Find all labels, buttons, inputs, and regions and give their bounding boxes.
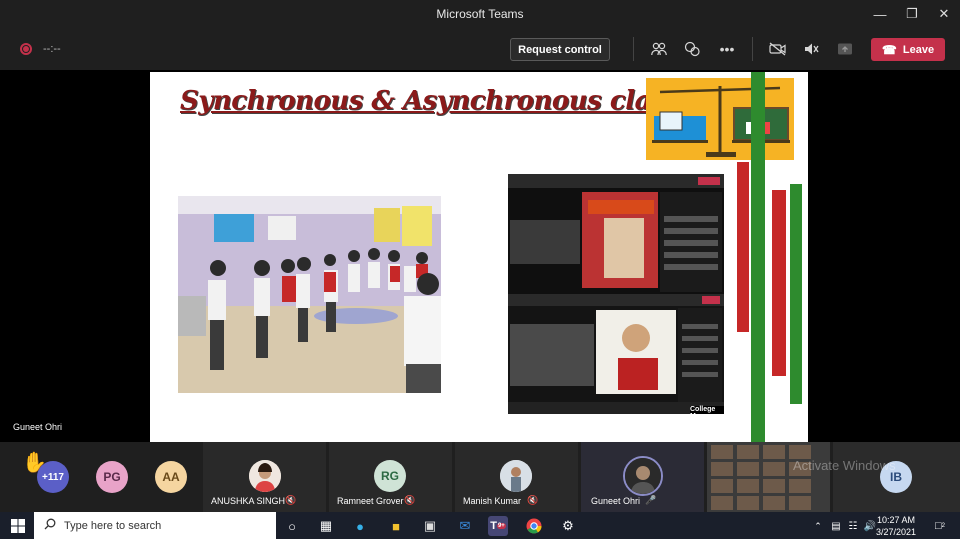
minimize-icon[interactable]: — [864,0,896,28]
chrome-icon[interactable] [524,516,544,536]
participant-overflow-group: ✋ +117 PG AA [0,442,200,512]
meeting-toolbar: --:-- Request control ••• ☎ Leave [0,28,960,70]
mic-muted-icon[interactable] [801,39,821,59]
participant-tile[interactable]: Manish Kumar 🔇 [455,442,578,512]
teams-class-screenshots: College Ma [508,174,724,414]
participant-tile[interactable]: IB Activate Windows [793,442,960,512]
screenshot-caption: College Ma [690,406,724,414]
teams-taskbar-icon[interactable]: T 9+ [488,516,508,536]
system-clock[interactable]: 10:27 AM 3/27/2021 [876,514,916,538]
slide-title: Synchronous & Asynchronous classes [180,86,710,116]
task-view-icon[interactable]: ▦ [316,516,336,536]
participant-tile[interactable]: RG Ramneet Grover 🔇 [329,442,452,512]
participant-name: Ramneet Grover [337,496,404,506]
mic-on-icon: 🎤 [645,495,657,505]
request-control-button[interactable]: Request control [510,38,610,61]
overflow-participants-count[interactable]: +117 [37,461,69,493]
shared-slide: Synchronous & Asynchronous classes Colle… [150,72,808,442]
avatar: RG [374,460,406,492]
more-icon[interactable]: ••• [717,39,737,59]
leave-button[interactable]: ☎ Leave [871,38,945,61]
store-icon[interactable]: ▣ [420,516,440,536]
chat-icon[interactable] [682,39,702,59]
maximize-icon[interactable]: ❐ [896,0,928,28]
settings-gear-icon[interactable]: ⚙ [558,516,578,536]
search-icon [44,518,56,533]
decorative-bars [734,72,808,442]
clock-time: 10:27 AM [877,515,916,525]
activate-windows-watermark: Activate Windows [793,458,896,473]
mic-off-icon: 🔇 [285,495,297,505]
share-icon[interactable] [835,39,855,59]
gallery-thumbnail[interactable] [707,442,830,512]
avatar-aa[interactable]: AA [155,461,187,493]
classroom-photo [178,196,441,393]
recording-icon [20,43,32,55]
clock-date: 3/27/2021 [876,527,917,537]
teams-badge: 9+ [496,523,506,529]
participants-strip: ✋ +117 PG AA ANUSHKA SINGH 🔇 RG Ramneet … [0,442,960,512]
participant-tile-active[interactable]: Guneet Ohri 🎤 [581,442,704,512]
avatar [249,460,281,492]
file-explorer-icon[interactable]: ■ [386,516,406,536]
avatar-pg[interactable]: PG [96,461,128,493]
windows-start-icon[interactable] [8,516,28,536]
avatar [500,460,532,492]
notification-count: 2 [941,523,945,529]
divider [752,37,753,61]
mail-icon[interactable]: ✉ [455,516,475,536]
divider [633,37,634,61]
taskbar-search[interactable]: Type here to search [34,512,276,539]
meeting-timer: --:-- [43,43,61,55]
leave-label: Leave [902,43,935,56]
search-placeholder: Type here to search [64,519,162,532]
mic-off-icon: 🔇 [527,495,539,505]
camera-off-icon[interactable] [768,39,788,59]
participant-name: ANUSHKA SINGH [211,496,286,506]
windows-taskbar: Type here to search ○ ▦ ● ■ ▣ ✉ T 9+ ⚙ ⌃ … [0,512,960,539]
chevron-up-icon[interactable]: ⌃ [808,516,828,536]
notification-icon[interactable]: □ 2 [930,516,950,536]
mic-off-icon: 🔇 [404,495,416,505]
gallery-grid-image [707,442,830,512]
title-bar: Microsoft Teams — ❐ ✕ [0,0,960,28]
shared-content-stage: Synchronous & Asynchronous classes Colle… [0,70,960,442]
edge-icon[interactable]: ● [350,516,370,536]
avatar [623,456,663,496]
close-icon[interactable]: ✕ [928,0,960,28]
participant-tile[interactable]: ANUSHKA SINGH 🔇 [203,442,326,512]
participant-name: Guneet Ohri [591,496,641,506]
window-title: Microsoft Teams [436,7,524,21]
speaker-name-label: Guneet Ohri [13,422,63,432]
phone-hangup-icon: ☎ [881,42,897,57]
cortana-icon[interactable]: ○ [282,516,302,536]
participant-name: Manish Kumar [463,496,522,506]
participants-icon[interactable] [649,39,669,59]
